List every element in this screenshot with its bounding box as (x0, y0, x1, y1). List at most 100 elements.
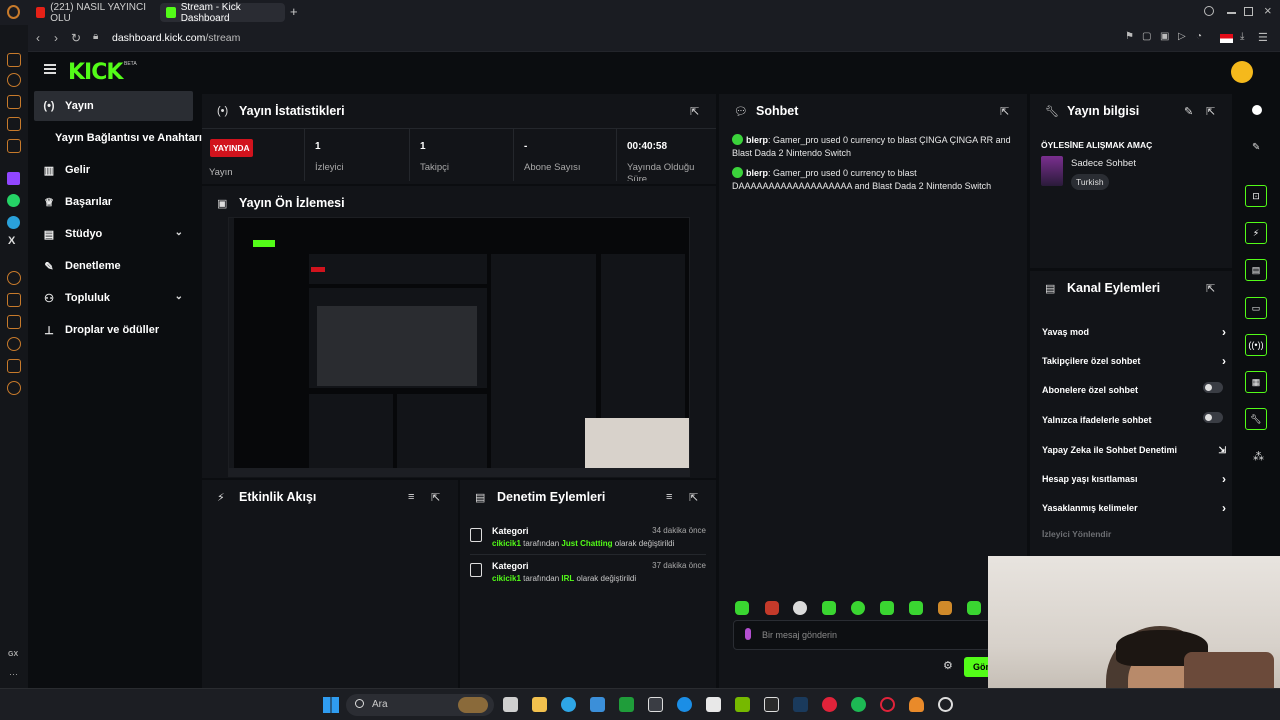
toggle[interactable] (1203, 382, 1223, 393)
xbox-icon[interactable] (619, 697, 634, 712)
apps-icon[interactable]: ⁂ (1253, 450, 1264, 463)
log-user[interactable]: cikicik1 (492, 539, 521, 548)
sidebar-item-yayin[interactable]: (•) Yayın (34, 91, 193, 121)
skype-icon[interactable] (677, 697, 692, 712)
windows-start-icon[interactable] (323, 697, 339, 713)
toggle[interactable] (1203, 412, 1223, 423)
sidebar-item-denetleme[interactable]: ✎ Denetleme (34, 251, 193, 281)
messenger-icon[interactable] (7, 139, 21, 153)
edge-icon[interactable] (561, 697, 576, 712)
expand-icon[interactable]: ⇱ (431, 491, 440, 504)
filter-icon[interactable]: ≡ (408, 491, 414, 503)
settings-icon[interactable] (7, 381, 21, 395)
whatsapp-icon[interactable] (7, 194, 20, 207)
expand-icon[interactable]: ⇱ (690, 105, 699, 118)
emote-icon[interactable] (793, 601, 807, 615)
close-icon[interactable]: × (1264, 3, 1272, 18)
file-explorer-icon[interactable] (532, 697, 547, 712)
gx-corner-icon[interactable] (7, 95, 21, 109)
taskbar-search[interactable]: Ara (346, 694, 494, 716)
chat-username[interactable]: blerp (746, 135, 768, 145)
avatar[interactable] (1231, 61, 1253, 83)
rail-button-chat[interactable]: ▭ (1245, 297, 1267, 319)
spotify-icon[interactable] (851, 697, 866, 712)
obs-icon[interactable] (938, 697, 953, 712)
action-followers-only[interactable]: Takipçilere özel sohbet › (1042, 354, 1226, 368)
menu-icon[interactable]: ☰ (1258, 31, 1268, 44)
maximize-icon[interactable] (1244, 7, 1253, 16)
pinboard-icon[interactable] (7, 359, 21, 373)
sidebar-item-stream-key[interactable]: Yayın Bağlantısı ve Anahtarı (34, 123, 204, 153)
player-icon[interactable]: ▷ (1178, 31, 1186, 42)
bookmark-icon[interactable]: ⚑ (1125, 31, 1134, 42)
kick-logo[interactable]: KICK (68, 60, 123, 85)
history-icon[interactable] (7, 271, 21, 285)
x-icon[interactable]: X (8, 235, 15, 247)
action-slow-mode[interactable]: Yavaş mod › (1042, 325, 1226, 339)
new-tab-button[interactable]: + (290, 4, 298, 19)
action-account-age[interactable]: Hesap yaşı kısıtlaması › (1042, 472, 1226, 486)
telegram-icon[interactable] (7, 216, 20, 229)
epic-games-icon[interactable] (764, 697, 779, 712)
gx-control-icon[interactable] (7, 53, 21, 67)
hamburger-menu-icon[interactable] (44, 64, 56, 74)
info-icon[interactable] (1252, 105, 1262, 115)
chat-username[interactable]: blerp (746, 168, 768, 178)
sidebar-item-basarilar[interactable]: ♕ Başarılar (34, 187, 193, 217)
action-banned-words[interactable]: Yasaklanmış kelimeler › (1042, 501, 1226, 515)
edit-icon[interactable]: ✎ (1184, 105, 1193, 118)
filter-icon[interactable]: ≡ (666, 491, 672, 503)
microphone-icon[interactable] (745, 628, 751, 640)
stream-preview-video[interactable] (228, 217, 690, 477)
emote-icon[interactable] (880, 601, 894, 615)
vectorworks-icon[interactable] (648, 697, 663, 712)
emote-icon[interactable] (851, 601, 865, 615)
category-name[interactable]: Sadece Sohbet (1071, 158, 1136, 169)
cloud-icon[interactable] (909, 697, 924, 712)
chat-input[interactable]: Bir mesaj gönderin (733, 620, 991, 650)
nvidia-icon[interactable] (735, 697, 750, 712)
wallet-icon[interactable]: ▣ (1160, 31, 1169, 42)
edit-rail-icon[interactable]: ✎ (1252, 142, 1260, 153)
clock-icon[interactable] (7, 337, 21, 351)
sidebar-item-topluluk[interactable]: ⚇ Topluluk ⌄ (34, 283, 193, 313)
opera-logo-icon[interactable] (7, 5, 20, 19)
search-tabs-icon[interactable] (1204, 6, 1214, 16)
reload-icon[interactable]: ↻ (71, 31, 81, 45)
emote-icon[interactable] (735, 601, 749, 615)
action-ai-moderation[interactable]: Yapay Zeka ile Sohbet Denetimi ⇲ (1042, 445, 1226, 455)
emote-icon[interactable] (909, 601, 923, 615)
rail-button-log[interactable]: ▤ (1245, 259, 1267, 281)
emote-icon[interactable] (967, 601, 981, 615)
sidebar-item-studyo[interactable]: ▤ Stüdyo ⌄ (34, 219, 193, 249)
twitch-icon[interactable] (7, 172, 20, 185)
media-player-icon[interactable] (822, 697, 837, 712)
rail-button-tools[interactable]: 🔧︎ (1245, 408, 1267, 430)
tab-youtube[interactable]: (221) NASIL YAYINCI OLU (30, 2, 156, 24)
download-icon[interactable]: ⤓ (1240, 31, 1244, 42)
log-user[interactable]: cikicik1 (492, 574, 521, 583)
store-icon[interactable] (590, 697, 605, 712)
rail-button-preview[interactable]: ⊡ (1245, 185, 1267, 207)
limiter-icon[interactable] (7, 73, 21, 87)
sidebar-item-droplar[interactable]: ⊥ Droplar ve ödüller (34, 315, 193, 345)
document-icon[interactable] (706, 697, 721, 712)
more-icon[interactable]: ··· (9, 669, 18, 679)
rail-button-live[interactable]: ((•)) (1245, 334, 1267, 356)
expand-icon[interactable]: ⇱ (1000, 105, 1009, 118)
emote-icon[interactable] (938, 601, 952, 615)
chat-settings-icon[interactable]: ⚙ (943, 659, 953, 672)
snapshot-icon[interactable]: ▢ (1142, 31, 1151, 42)
news-icon[interactable] (7, 117, 21, 131)
forward-icon[interactable]: › (54, 31, 58, 45)
task-view-icon[interactable] (503, 697, 518, 712)
minimize-icon[interactable] (1227, 12, 1236, 14)
vpn-icon[interactable]: ◔ (1196, 31, 1202, 42)
extensions-icon[interactable] (7, 315, 21, 329)
emote-icon[interactable] (765, 601, 779, 615)
player-sidebar-icon[interactable] (7, 293, 21, 307)
rail-button-activity[interactable]: ⚡︎ (1245, 222, 1267, 244)
flag-icon[interactable] (1220, 34, 1233, 43)
url-field[interactable]: dashboard.kick.com/stream (112, 32, 240, 44)
steam-icon[interactable] (793, 697, 808, 712)
